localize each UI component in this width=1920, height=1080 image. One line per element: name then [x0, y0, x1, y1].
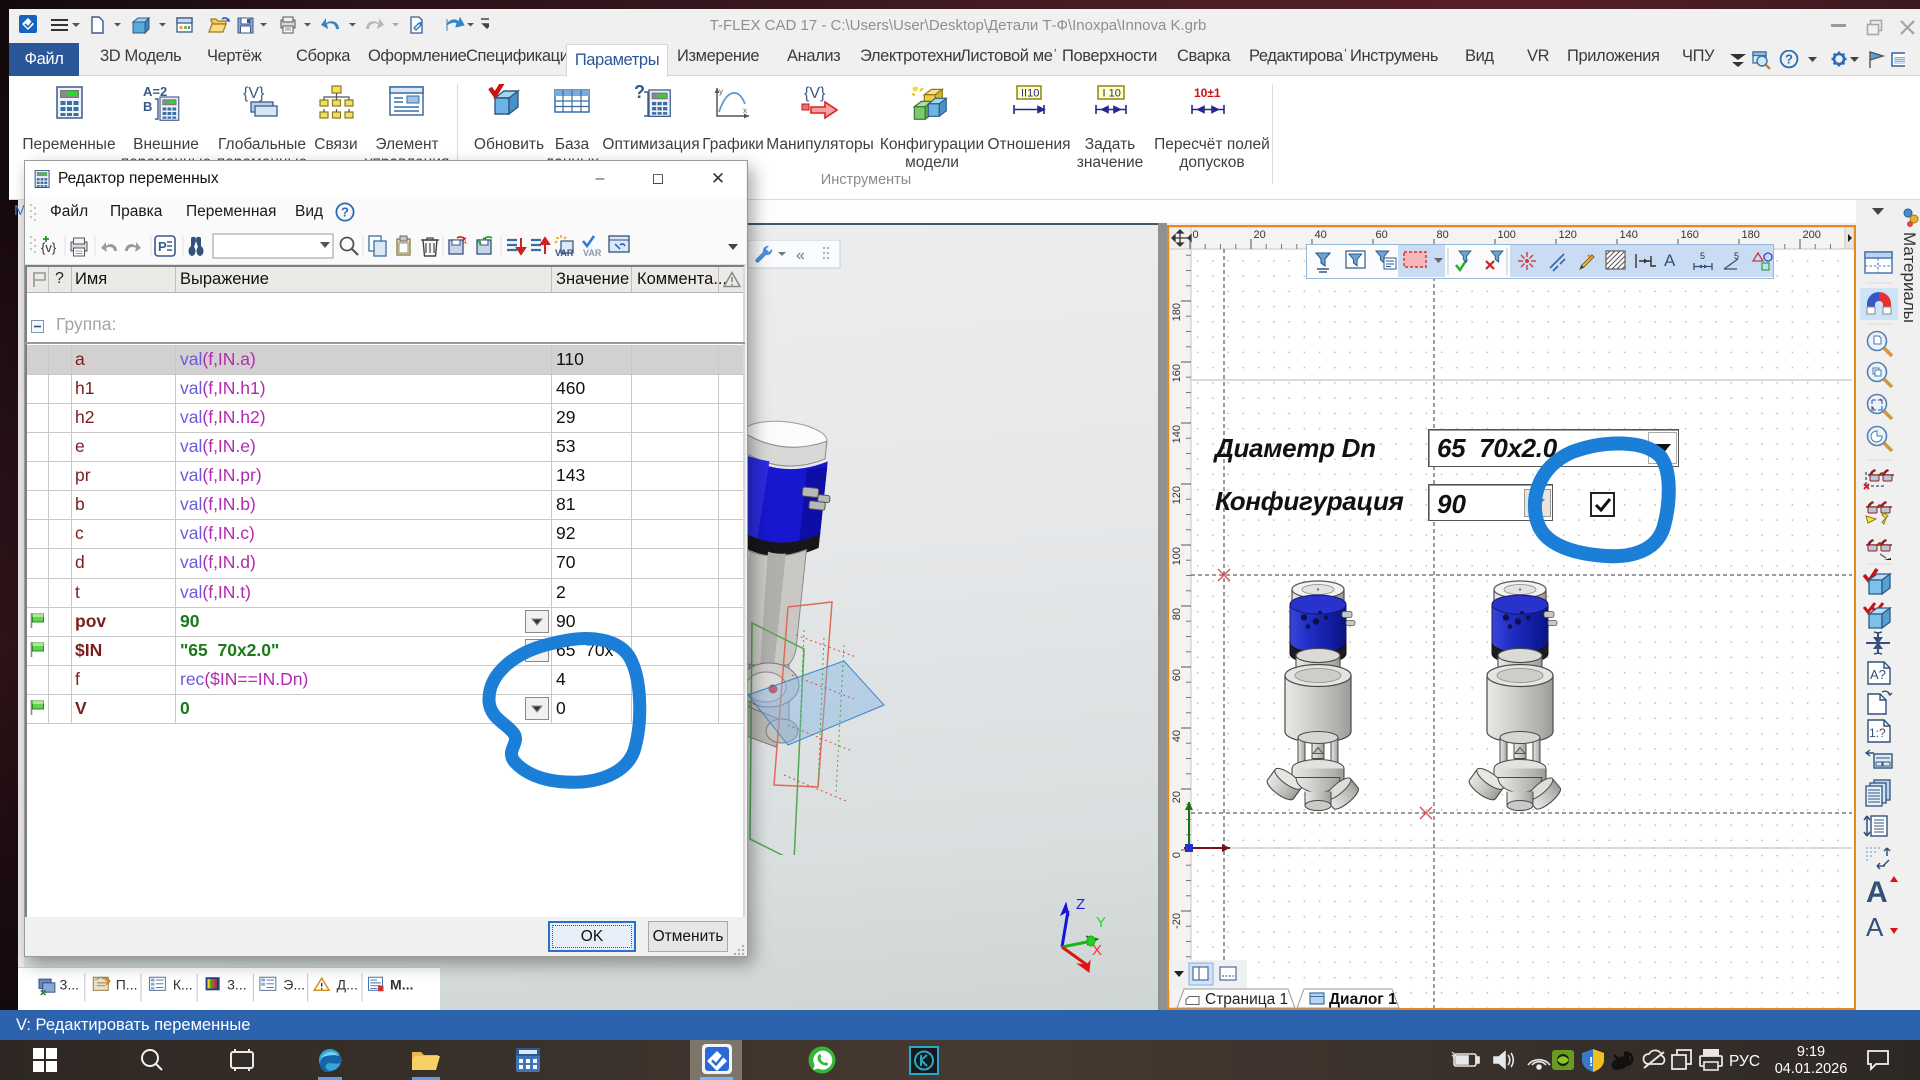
svg-text:100: 100: [1498, 229, 1516, 241]
svg-text:3...: 3...: [227, 976, 247, 992]
svg-text:Y: Y: [1096, 914, 1106, 931]
svg-text:10±1: 10±1: [1194, 86, 1221, 100]
svg-text:РУС: РУС: [1729, 1053, 1760, 1070]
svg-text:0: 0: [1193, 229, 1199, 241]
svg-text:?: ?: [1785, 52, 1793, 67]
svg-text:{v}: {v}: [41, 240, 57, 255]
svg-text:04.01.2026: 04.01.2026: [1775, 1061, 1848, 1077]
svg-text:?: ?: [341, 205, 349, 220]
svg-text:Страница 1: Страница 1: [1205, 991, 1288, 1008]
svg-text:P: P: [158, 239, 167, 254]
svg-text:{V}: {V}: [804, 85, 826, 102]
svg-text:B: B: [143, 99, 152, 114]
svg-text:3...: 3...: [60, 976, 80, 992]
svg-text:20: 20: [1254, 229, 1266, 241]
svg-text:П...: П...: [116, 976, 138, 992]
svg-text:180: 180: [1742, 229, 1760, 241]
svg-text:II10: II10: [1021, 88, 1039, 100]
svg-text:y: y: [719, 87, 723, 96]
svg-text:?: ?: [634, 84, 645, 102]
svg-text:x: x: [743, 106, 747, 115]
svg-text:{V}: {V}: [243, 85, 265, 102]
svg-text:5: 5: [1700, 251, 1705, 261]
svg-text:140: 140: [1620, 229, 1638, 241]
svg-text:9:19: 9:19: [1797, 1044, 1825, 1060]
svg-text:A: A: [1866, 912, 1884, 942]
svg-text:Диалог 1: Диалог 1: [1329, 991, 1397, 1008]
svg-text:М...: М...: [390, 976, 413, 992]
svg-text:A: A: [1664, 251, 1676, 270]
svg-text:I 10: I 10: [1103, 88, 1121, 100]
svg-text:Э...: Э...: [283, 976, 305, 992]
svg-text:80: 80: [1437, 229, 1449, 241]
svg-text:«: «: [796, 247, 805, 264]
svg-text:A: A: [462, 239, 467, 246]
svg-text:40: 40: [1315, 229, 1327, 241]
svg-text:VAR: VAR: [583, 248, 602, 258]
svg-text:X: X: [1092, 942, 1102, 959]
svg-text:60: 60: [1376, 229, 1388, 241]
svg-text:!: !: [1589, 1054, 1593, 1069]
svg-text:A?: A?: [1870, 667, 1886, 682]
svg-text:VAR: VAR: [555, 248, 574, 258]
svg-text:Z: Z: [1076, 896, 1085, 913]
svg-text:A: A: [1866, 876, 1888, 909]
svg-text:A: A: [477, 239, 482, 246]
svg-text:1:?: 1:?: [1869, 726, 1886, 740]
svg-text:160: 160: [1681, 229, 1699, 241]
svg-text:200: 200: [1803, 229, 1821, 241]
svg-text:К...: К...: [173, 976, 193, 992]
svg-text:Д...: Д...: [337, 976, 358, 992]
svg-text:120: 120: [1559, 229, 1577, 241]
